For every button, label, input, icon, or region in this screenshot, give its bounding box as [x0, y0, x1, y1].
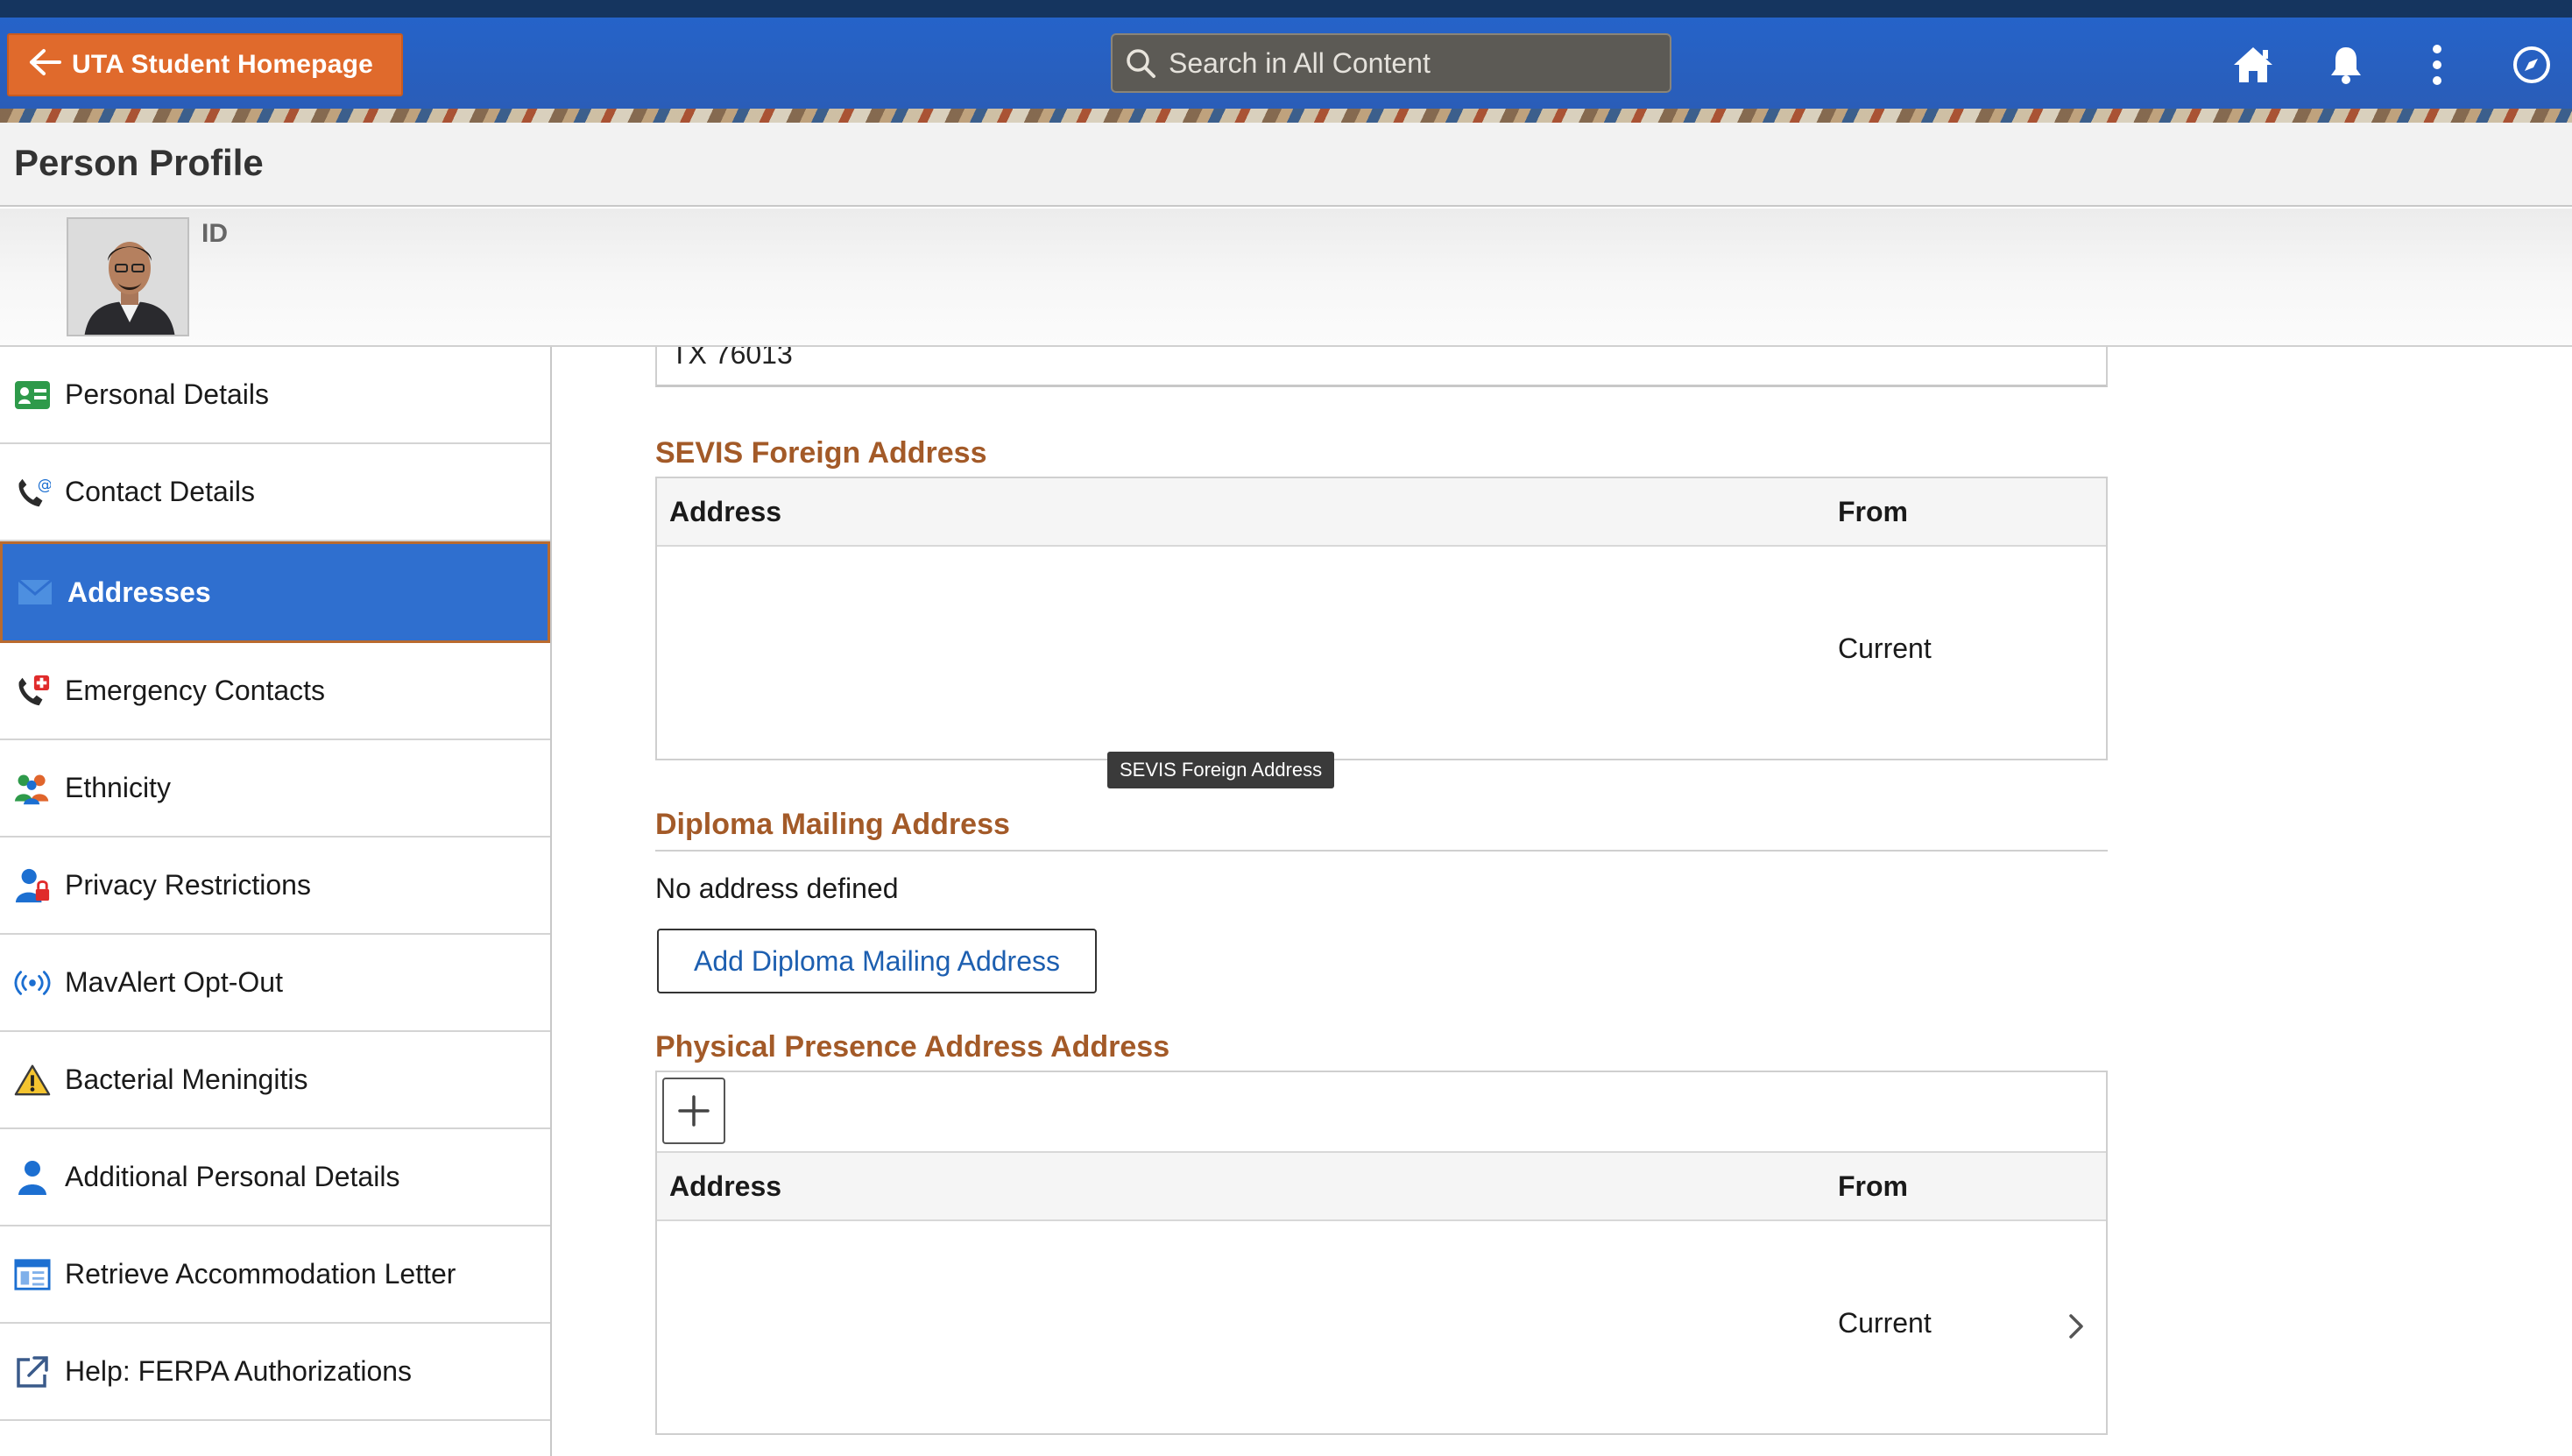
sidebar-item-retrieve-accommodation-letter[interactable]: Retrieve Accommodation Letter	[0, 1226, 550, 1324]
profile-sidebar: Personal Details @ Contact Details Addre…	[0, 347, 552, 1456]
table-row[interactable]: Current	[657, 1221, 2106, 1433]
top-banner: UTA Student Homepage	[0, 0, 2572, 123]
physical-col-address: Address	[669, 1170, 782, 1202]
warning-icon	[14, 1062, 51, 1099]
profile-header: ID	[0, 209, 2572, 347]
diploma-section-title: Diploma Mailing Address	[655, 808, 1010, 841]
envelope-icon	[17, 574, 53, 611]
broadcast-icon	[14, 965, 51, 1001]
page-title: Person Profile	[14, 142, 264, 183]
sevis-row-from: Current	[1838, 633, 1932, 664]
banner-top-stripe	[0, 0, 2572, 18]
previous-address-box: TX 76013	[655, 347, 2108, 387]
sidebar-item-cut-off	[0, 1421, 550, 1456]
external-link-icon	[14, 1354, 51, 1390]
global-search[interactable]	[1111, 33, 1671, 93]
people-group-icon	[14, 770, 51, 807]
physical-address-grid: Address From Current	[655, 1071, 2108, 1435]
add-diploma-address-button[interactable]: Add Diploma Mailing Address	[657, 929, 1097, 993]
person-lock-icon	[14, 867, 51, 904]
banner-decorative-pattern	[0, 109, 2572, 123]
plus-icon	[678, 1095, 710, 1127]
back-button-label: UTA Student Homepage	[72, 50, 374, 79]
diploma-empty-text: No address defined	[655, 873, 899, 904]
sidebar-item-contact-details[interactable]: @ Contact Details	[0, 444, 550, 541]
sevis-section-title: SEVIS Foreign Address	[655, 436, 987, 470]
avatar	[67, 217, 189, 336]
svg-text:@: @	[38, 477, 51, 494]
add-row-button[interactable]	[662, 1078, 725, 1144]
physical-section-title: Physical Presence Address Address	[655, 1030, 1170, 1064]
sidebar-item-additional-personal-details[interactable]: Additional Personal Details	[0, 1129, 550, 1226]
diploma-divider	[655, 850, 2108, 852]
more-vertical-icon[interactable]	[2411, 39, 2463, 91]
sevis-address-grid: Address From Current	[655, 477, 2108, 760]
sidebar-item-bacterial-meningitis[interactable]: Bacterial Meningitis	[0, 1032, 550, 1129]
physical-row-from: Current	[1838, 1307, 1932, 1339]
physical-grid-header: Address From	[657, 1153, 2106, 1221]
sidebar-item-help-ferpa-authorizations[interactable]: Help: FERPA Authorizations	[0, 1324, 550, 1421]
sidebar-item-addresses[interactable]: Addresses	[0, 541, 550, 643]
add-diploma-address-label: Add Diploma Mailing Address	[694, 944, 1060, 977]
page-title-bar: Person Profile	[0, 123, 2572, 207]
id-card-icon	[14, 377, 51, 413]
sidebar-item-emergency-contacts[interactable]: Emergency Contacts	[0, 643, 550, 740]
arrow-left-icon	[19, 47, 72, 83]
navigator-compass-icon[interactable]	[2505, 39, 2558, 91]
bell-icon[interactable]	[2320, 39, 2372, 91]
profile-id-label: ID	[201, 219, 228, 248]
physical-grid-toolbar	[657, 1072, 2106, 1153]
chevron-right-icon[interactable]	[2059, 1305, 2094, 1347]
person-icon	[14, 1159, 51, 1196]
phone-at-icon: @	[14, 474, 51, 511]
home-icon[interactable]	[2227, 39, 2279, 91]
physical-col-from: From	[1838, 1170, 1908, 1202]
sevis-col-address: Address	[669, 496, 782, 527]
phone-emergency-icon	[14, 673, 51, 710]
addresses-content: TX 76013 SEVIS Foreign Address Address F…	[554, 347, 2572, 1456]
sidebar-item-privacy-restrictions[interactable]: Privacy Restrictions	[0, 838, 550, 935]
previous-address-text: TX 76013	[671, 347, 793, 370]
back-to-homepage-button[interactable]: UTA Student Homepage	[7, 33, 403, 96]
sevis-grid-header: Address From	[657, 478, 2106, 547]
sevis-tooltip: SEVIS Foreign Address	[1107, 752, 1335, 788]
sidebar-item-mavalert-opt-out[interactable]: MavAlert Opt-Out	[0, 935, 550, 1032]
search-input[interactable]	[1169, 35, 1670, 91]
document-window-icon	[14, 1256, 51, 1293]
sidebar-item-personal-details[interactable]: Personal Details	[0, 347, 550, 444]
sidebar-item-ethnicity[interactable]: Ethnicity	[0, 740, 550, 838]
table-row[interactable]: Current	[657, 547, 2106, 759]
search-icon	[1113, 46, 1169, 80]
sevis-col-from: From	[1838, 496, 1908, 527]
